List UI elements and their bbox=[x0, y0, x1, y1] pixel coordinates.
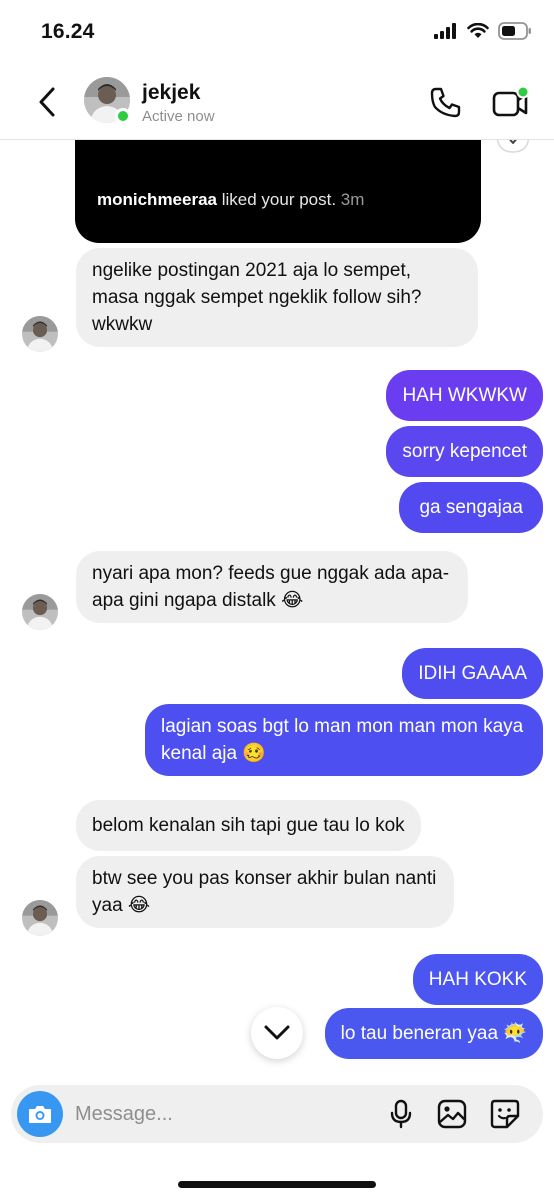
avatar-photo bbox=[22, 900, 58, 936]
sticker-button[interactable] bbox=[489, 1098, 521, 1130]
gallery-button[interactable] bbox=[436, 1098, 468, 1130]
sender-avatar[interactable] bbox=[22, 316, 58, 352]
status-icons bbox=[434, 22, 532, 40]
scroll-to-bottom-button[interactable] bbox=[251, 1007, 303, 1059]
back-button[interactable] bbox=[32, 85, 62, 119]
status-time: 16.24 bbox=[41, 20, 95, 43]
shared-post-text: monichmeeraa liked your post. 3m bbox=[97, 190, 364, 210]
camera-button[interactable] bbox=[17, 1091, 63, 1137]
avatar-photo bbox=[22, 316, 58, 352]
contact-avatar[interactable] bbox=[84, 77, 131, 124]
online-status-dot bbox=[115, 108, 131, 124]
sender-avatar[interactable] bbox=[22, 594, 58, 630]
outgoing-message[interactable]: HAH WKWKW bbox=[386, 370, 543, 421]
outgoing-message[interactable]: sorry kepencet bbox=[386, 426, 543, 477]
wifi-icon bbox=[467, 23, 489, 38]
heart-reaction-icon bbox=[496, 140, 530, 153]
avatar-photo bbox=[22, 594, 58, 630]
microphone-icon bbox=[390, 1099, 412, 1129]
chevron-down-icon bbox=[264, 1025, 290, 1040]
shared-post-notification[interactable]: monichmeeraa liked your post. 3m bbox=[75, 140, 481, 243]
incoming-message[interactable]: btw see you pas konser akhir bulan nanti… bbox=[76, 856, 454, 928]
chevron-left-icon bbox=[39, 87, 55, 117]
video-camera-icon bbox=[492, 85, 530, 117]
outgoing-message[interactable]: lagian soas bgt lo man mon man mon kaya … bbox=[145, 704, 543, 776]
shared-post-time: 3m bbox=[340, 190, 365, 209]
signal-icon bbox=[434, 23, 456, 39]
message-composer bbox=[11, 1085, 543, 1143]
message-input[interactable] bbox=[75, 1099, 375, 1129]
video-call-button[interactable] bbox=[490, 85, 530, 121]
outgoing-message[interactable]: HAH KOKK bbox=[412, 954, 543, 1005]
phone-icon bbox=[430, 87, 461, 118]
microphone-button[interactable] bbox=[385, 1098, 417, 1130]
image-icon bbox=[437, 1099, 467, 1129]
shared-post-action: liked your post. bbox=[217, 190, 341, 209]
incoming-message[interactable]: ngelike postingan 2021 aja lo sempet, ma… bbox=[76, 248, 478, 347]
contact-status: Active now bbox=[142, 108, 215, 125]
camera-icon bbox=[29, 1106, 51, 1123]
shared-post-username: monichmeeraa bbox=[97, 190, 217, 209]
battery-icon bbox=[498, 22, 531, 40]
incoming-message[interactable]: belom kenalan sih tapi gue tau lo kok bbox=[76, 800, 421, 851]
status-bar: 16.24 bbox=[0, 0, 554, 66]
outgoing-message[interactable]: lo tau beneran yaa 😶‍🌫️ bbox=[324, 1008, 543, 1059]
chat-header: jekjek Active now bbox=[0, 66, 554, 140]
audio-call-button[interactable] bbox=[427, 85, 463, 121]
home-indicator[interactable] bbox=[178, 1181, 376, 1188]
outgoing-message[interactable]: IDIH GAAAA bbox=[402, 648, 543, 699]
outgoing-message[interactable]: ga sengajaa bbox=[399, 482, 543, 533]
incoming-message[interactable]: nyari apa mon? feeds gue nggak ada apa-a… bbox=[76, 551, 468, 623]
message-thread[interactable]: monichmeeraa liked your post. 3m ngelike… bbox=[0, 140, 554, 1082]
contact-name[interactable]: jekjek bbox=[142, 81, 200, 105]
sender-avatar[interactable] bbox=[22, 900, 58, 936]
sticker-icon bbox=[490, 1099, 520, 1129]
